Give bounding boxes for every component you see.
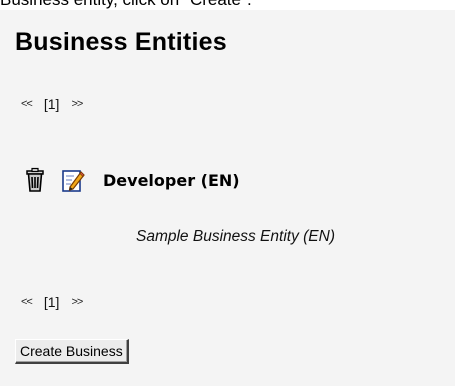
pager-prev-link[interactable]: << xyxy=(21,296,33,308)
edit-icon[interactable] xyxy=(61,167,85,193)
trash-icon[interactable] xyxy=(23,167,47,193)
page-title: Business Entities xyxy=(15,28,227,56)
pager-page-link[interactable]: [1] xyxy=(44,96,60,112)
pager-page-link[interactable]: [1] xyxy=(44,294,60,310)
entity-row: Developer (EN) xyxy=(23,167,240,193)
pager-bottom: << [1] >> xyxy=(21,294,83,310)
pager-next-link[interactable]: >> xyxy=(71,98,83,110)
pager-prev-link[interactable]: << xyxy=(21,98,33,110)
entity-name[interactable]: Developer (EN) xyxy=(103,171,240,190)
pager-top: << [1] >> xyxy=(21,96,83,112)
create-business-button[interactable]: Create Business xyxy=(15,339,129,364)
entity-description: Sample Business Entity (EN) xyxy=(136,228,335,245)
business-entities-panel: Business Entities << [1] >> Developer (E… xyxy=(0,10,455,386)
instruction-text: Business entity, click on "Create". xyxy=(0,0,455,10)
pager-next-link[interactable]: >> xyxy=(71,296,83,308)
